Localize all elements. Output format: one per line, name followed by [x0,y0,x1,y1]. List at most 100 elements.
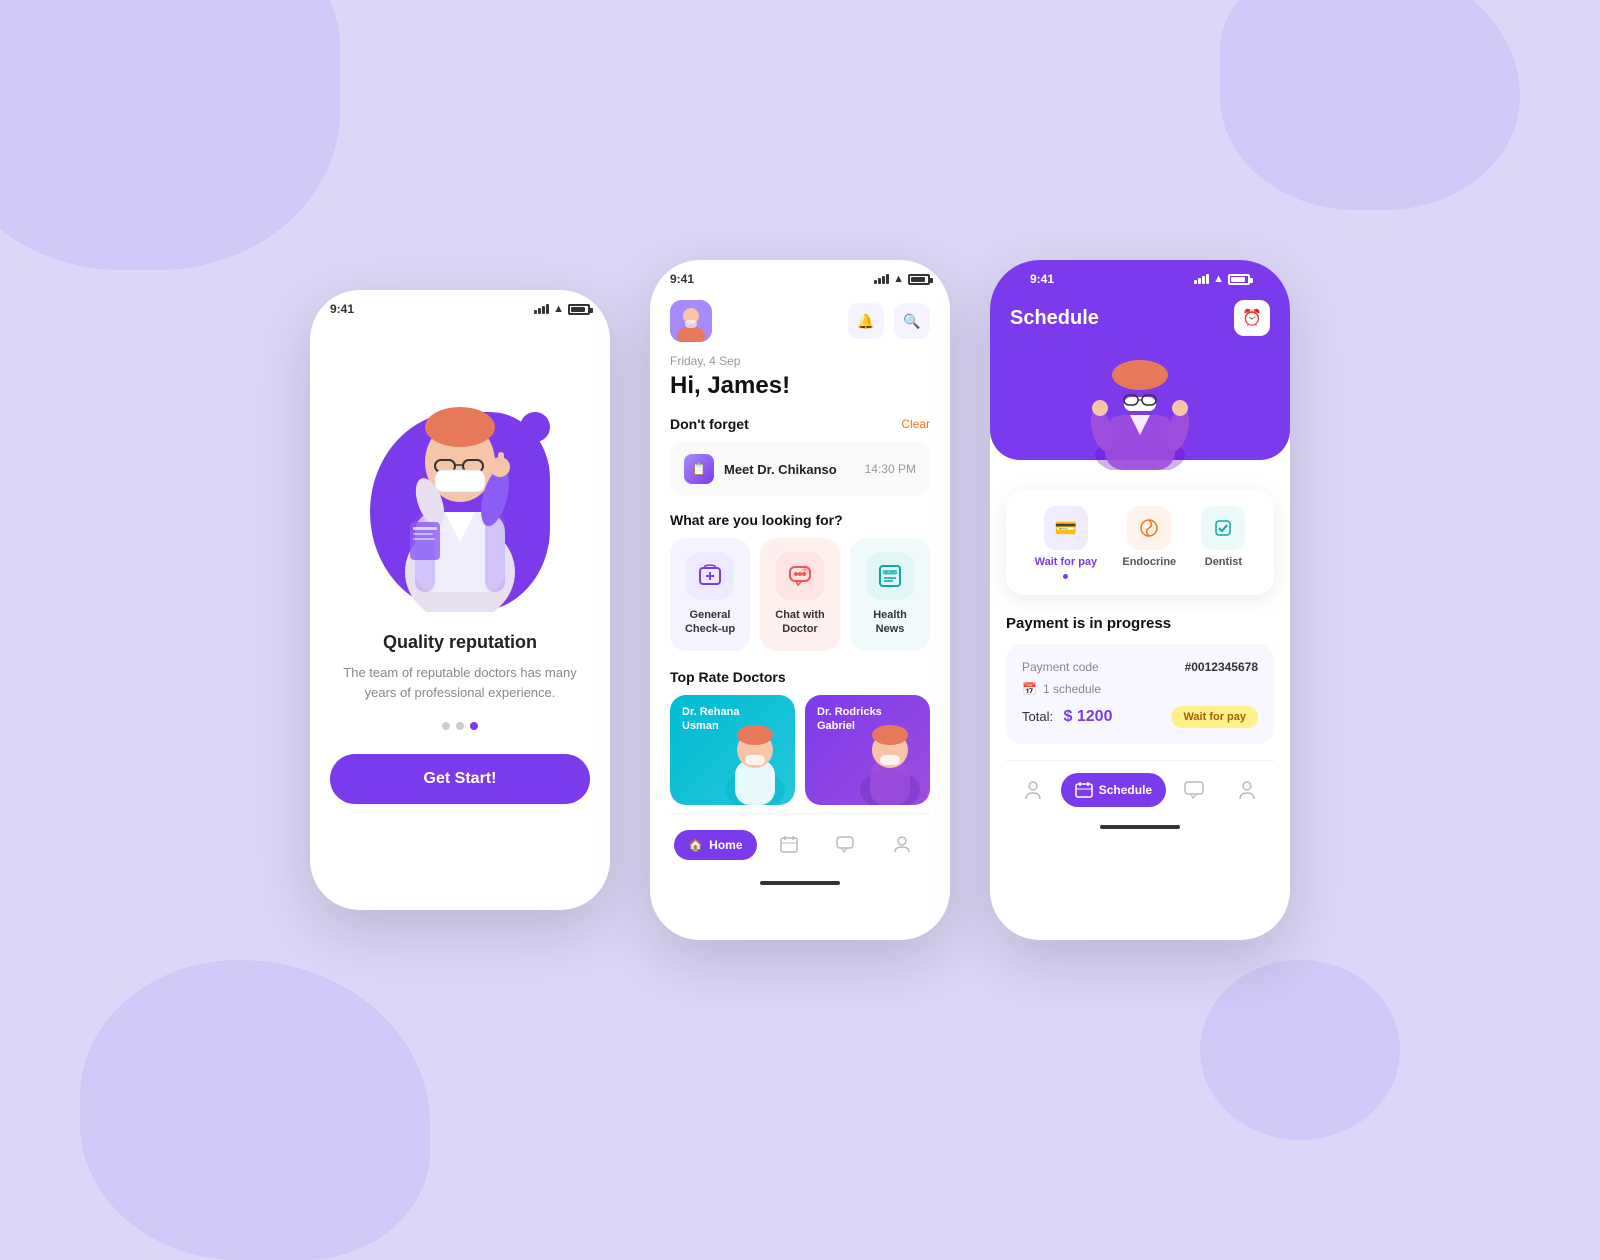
nav-chat[interactable] [821,826,869,865]
status-bar-1: 9:41 ▲ [310,290,610,322]
service-tab-wait-pay[interactable]: 💳 Wait for pay [1035,506,1098,579]
total-amount: $ 1200 [1064,708,1113,725]
get-start-button[interactable]: Get Start! [330,754,590,804]
top-doctors-label: Top Rate Doctors [670,669,930,685]
general-checkup-icon [686,552,734,600]
payment-card: Payment code #0012345678 📅 1 schedule To… [1006,644,1274,744]
user-icon-3 [1236,779,1258,801]
status-icons-3: ▲ [1194,273,1250,285]
payment-code-label: Payment code [1022,660,1099,674]
action-general-checkup[interactable]: General Check-up [670,538,750,651]
signal-icon-1 [534,304,549,314]
nav3-schedule-label: Schedule [1099,783,1152,797]
home-indicator-2 [760,881,840,885]
dot-3 [470,722,478,730]
svg-text:+: + [803,568,807,574]
dentist-icon [1201,506,1245,550]
profile-icon-3 [1022,779,1044,801]
user-avatar[interactable] [670,300,712,342]
dot-2 [456,722,464,730]
service-tab-endocrine[interactable]: Endocrine [1122,506,1176,579]
wait-pay-icon: 💳 [1044,506,1088,550]
active-tab-dot [1063,574,1068,579]
signal-icon-3 [1194,274,1209,284]
battery-icon-3 [1228,274,1250,285]
nav3-profile[interactable] [1008,771,1058,809]
payment-code-value: #0012345678 [1185,660,1258,674]
nav3-chat[interactable] [1169,771,1219,809]
bg-blob-1 [0,0,340,270]
notification-button[interactable]: 🔔 [848,303,884,339]
total-label: Total: [1022,709,1053,724]
payment-code-row: Payment code #0012345678 [1022,660,1258,674]
time-3: 9:41 [1030,272,1054,286]
health-news-label: Health News [860,608,920,637]
phone-2-body: 🔔 🔍 Friday, 4 Sep Hi, James! Don't forge… [650,292,950,871]
phone-1-title: Quality reputation [383,632,537,653]
nav3-user[interactable] [1222,771,1272,809]
chat-doctor-icon: + [776,552,824,600]
reminder-time: 14:30 PM [865,462,916,476]
action-chat-doctor[interactable]: + Chat with Doctor [760,538,840,651]
nav3-schedule[interactable]: Schedule [1061,773,1166,807]
reminder-card[interactable]: 📋 Meet Dr. Chikanso 14:30 PM [670,442,930,496]
phone-1-body: Quality reputation The team of reputable… [310,322,610,902]
doctors-row: Dr. RehanaUsman Dr. RodricksGabriel [670,695,930,805]
schedule-icon: 📅 [1022,682,1037,696]
nav-home[interactable]: 🏠 Home [674,830,756,860]
schedule-nav-icon [1075,781,1093,799]
dont-forget-section: Don't forget Clear [670,416,930,432]
status-icons-1: ▲ [534,303,590,315]
phones-container: 9:41 ▲ [310,260,1290,940]
dentist-label: Dentist [1205,556,1242,568]
svg-text:NEWS: NEWS [883,570,899,576]
phone-2-header: 🔔 🔍 [670,292,930,354]
doctor-card-2[interactable]: Dr. RodricksGabriel [805,695,930,805]
phone-1: 9:41 ▲ [310,290,610,910]
nav-profile[interactable] [878,826,926,865]
bottom-nav-3: Schedule [1006,760,1274,815]
bg-blob-2 [80,960,430,1260]
total-label-group: Total: $ 1200 [1022,708,1112,726]
chat-icon [835,834,855,857]
payment-total-row: Total: $ 1200 Wait for pay [1022,706,1258,728]
doctor-2-figure [850,705,930,805]
wait-pay-status-badge: Wait for pay [1171,706,1258,728]
chat-doctor-label: Chat with Doctor [770,608,830,637]
date-label: Friday, 4 Sep [670,354,930,368]
nav-home-label: Home [709,838,742,852]
phone-3-body: 💳 Wait for pay Endocrine [990,460,1290,815]
signal-icon-2 [874,274,889,284]
quick-actions: General Check-up + [670,538,930,651]
bg-blob-3 [1220,0,1520,210]
status-icons-2: ▲ [874,273,930,285]
doctor-figure-svg [380,352,540,612]
greeting-text: Hi, James! [670,372,930,400]
nav-calendar[interactable] [765,826,813,865]
profile-icon [892,834,912,857]
reminder-icon: 📋 [684,454,714,484]
phone-1-description: The team of reputable doctors has many y… [330,663,590,702]
pagination-dots [442,722,478,730]
endocrine-label: Endocrine [1122,556,1176,568]
endocrine-icon [1127,506,1171,550]
phone-2: 9:41 ▲ 🔔 [650,260,950,940]
battery-icon-1 [568,304,590,315]
doctor-card-1[interactable]: Dr. RehanaUsman [670,695,795,805]
calendar-icon [779,834,799,857]
wait-pay-label: Wait for pay [1035,556,1098,568]
action-health-news[interactable]: NEWS Health News [850,538,930,651]
wifi-icon-3: ▲ [1213,273,1224,285]
service-tab-dentist[interactable]: Dentist [1201,506,1245,579]
clear-button[interactable]: Clear [901,417,930,431]
phone-3: 9:41 ▲ Schedule ⏰ [990,260,1290,940]
general-checkup-label: General Check-up [680,608,740,637]
schedule-icon-button[interactable]: ⏰ [1234,300,1270,336]
looking-for-label: What are you looking for? [670,512,930,528]
search-button[interactable]: 🔍 [894,303,930,339]
schedule-title: Schedule [1010,307,1099,330]
schedule-count: 1 schedule [1043,682,1101,696]
reminder-name: Meet Dr. Chikanso [724,462,837,477]
health-news-icon: NEWS [866,552,914,600]
time-1: 9:41 [330,302,354,316]
